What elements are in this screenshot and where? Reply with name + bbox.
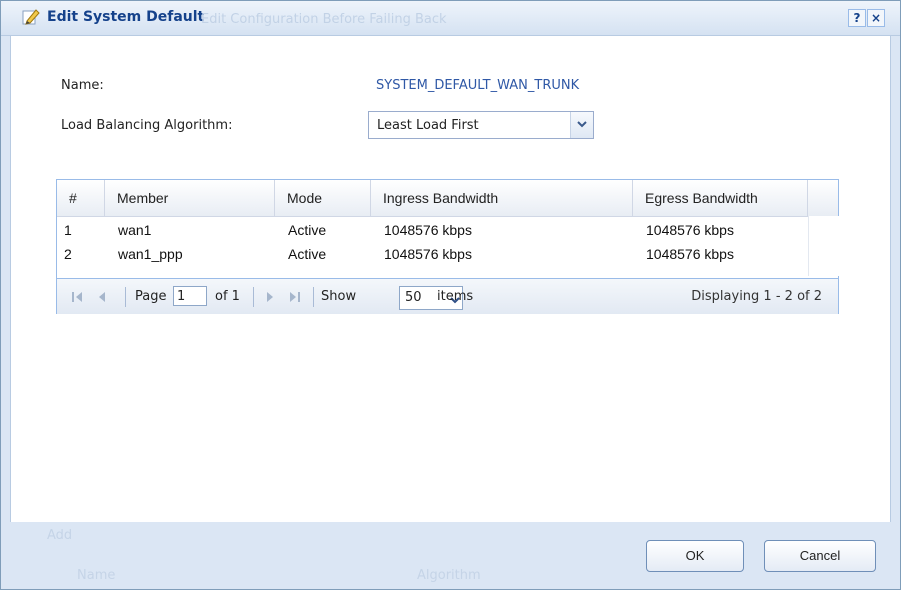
ghost-algorithm-header: Algorithm bbox=[417, 568, 481, 583]
load-balancing-algorithm-select[interactable]: Least Load First bbox=[368, 111, 594, 139]
cancel-button[interactable]: Cancel bbox=[764, 540, 876, 572]
column-header-ingress-bandwidth[interactable]: Ingress Bandwidth bbox=[371, 180, 633, 216]
dialog-title: Edit System Default bbox=[47, 9, 205, 25]
next-page-icon[interactable] bbox=[265, 291, 275, 307]
toolbar-separator bbox=[313, 287, 314, 307]
row-number: 1 bbox=[64, 222, 72, 238]
column-header-number[interactable]: # bbox=[57, 180, 105, 216]
dialog-body: Name: SYSTEM_DEFAULT_WAN_TRUNK Load Bala… bbox=[10, 35, 891, 523]
toolbar-separator bbox=[253, 287, 254, 307]
chevron-down-icon[interactable] bbox=[570, 112, 593, 138]
mode-cell: Active bbox=[288, 222, 327, 238]
toolbar-separator bbox=[125, 287, 126, 307]
page-count-label: of 1 bbox=[215, 289, 240, 304]
member-table: # Member Mode Ingress Bandwidth Egress B… bbox=[56, 179, 839, 314]
row-number: 2 bbox=[64, 246, 72, 262]
member-cell: wan1_ppp bbox=[118, 246, 183, 262]
load-balancing-algorithm-value: Least Load First bbox=[377, 118, 479, 133]
table-header: # Member Mode Ingress Bandwidth Egress B… bbox=[57, 180, 838, 217]
show-label: Show bbox=[321, 289, 357, 304]
load-balancing-algorithm-label: Load Balancing Algorithm: bbox=[61, 118, 233, 133]
egress-cell: 1048576 kbps bbox=[646, 246, 734, 262]
background-title-ghost: Edit Configuration Before Failing Back bbox=[201, 12, 447, 27]
name-value: SYSTEM_DEFAULT_WAN_TRUNK bbox=[376, 78, 580, 93]
dialog-footer: Add Name Algorithm OK Cancel bbox=[1, 522, 900, 589]
ingress-cell: 1048576 kbps bbox=[384, 222, 472, 238]
help-icon[interactable]: ? bbox=[848, 9, 866, 27]
mode-cell: Active bbox=[288, 246, 327, 262]
paging-toolbar: Page 1 of 1 Show 50 items Displaying 1 -… bbox=[57, 278, 838, 314]
page-size-value: 50 bbox=[405, 290, 422, 305]
column-header-mode[interactable]: Mode bbox=[275, 180, 371, 216]
name-label: Name: bbox=[61, 78, 104, 93]
member-cell: wan1 bbox=[118, 222, 152, 238]
display-count: Displaying 1 - 2 of 2 bbox=[691, 289, 822, 304]
previous-page-icon[interactable] bbox=[97, 291, 107, 307]
column-header-egress-bandwidth[interactable]: Egress Bandwidth bbox=[633, 180, 808, 216]
dialog-titlebar[interactable]: Edit System Default Edit Configuration B… bbox=[1, 1, 900, 36]
ingress-cell: 1048576 kbps bbox=[384, 246, 472, 262]
page-label: Page bbox=[135, 289, 167, 304]
ghost-add-label: Add bbox=[47, 528, 73, 543]
scrollbar-gutter bbox=[808, 216, 839, 276]
first-page-icon[interactable] bbox=[71, 291, 83, 307]
table-row[interactable]: 2 wan1_ppp Active 1048576 kbps 1048576 k… bbox=[57, 242, 808, 266]
close-icon[interactable]: × bbox=[867, 9, 885, 27]
items-label: items bbox=[437, 289, 474, 304]
page-number-input[interactable]: 1 bbox=[173, 286, 207, 306]
ghost-name-header: Name bbox=[77, 568, 116, 583]
table-row[interactable]: 1 wan1 Active 1048576 kbps 1048576 kbps bbox=[57, 218, 808, 242]
egress-cell: 1048576 kbps bbox=[646, 222, 734, 238]
column-header-member[interactable]: Member bbox=[105, 180, 275, 216]
edit-system-default-dialog: Edit System Default Edit Configuration B… bbox=[0, 0, 901, 590]
edit-pencil-icon bbox=[21, 7, 41, 27]
ok-button[interactable]: OK bbox=[646, 540, 744, 572]
last-page-icon[interactable] bbox=[289, 291, 301, 307]
